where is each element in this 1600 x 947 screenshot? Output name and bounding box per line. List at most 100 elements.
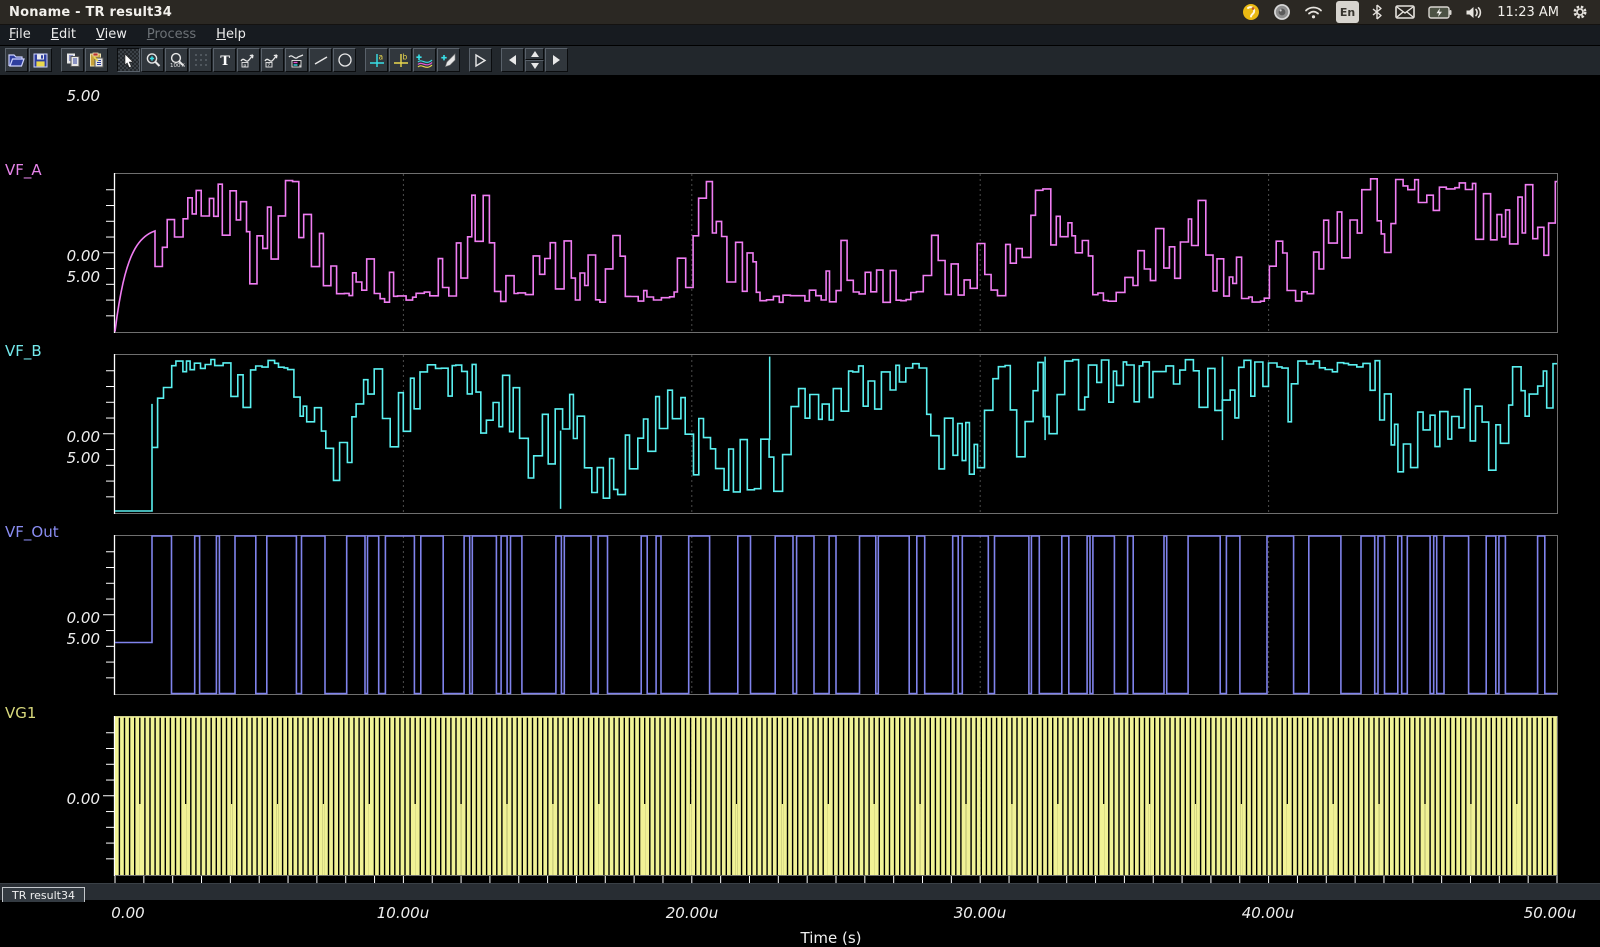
open-button[interactable] [5,48,28,72]
signal-label-vf-b: VF_B [5,343,100,360]
x-tick-10u: 10.00u [358,904,448,922]
zoom-out-100-button[interactable]: 100% [165,48,188,72]
zoom-out-100-icon: 100% [169,52,185,68]
save-icon [33,53,48,68]
pane-vf-a[interactable] [103,173,1559,333]
zoom-in-icon [145,52,161,68]
y-min-label-2: 0.00 [30,429,100,446]
text-tool-button[interactable]: T [213,48,236,72]
add-curve-icon [416,52,434,69]
select-tool-button[interactable] [117,48,140,72]
x-tick-50u: 50.00u [1505,904,1595,922]
pane-vf-out[interactable] [103,535,1559,695]
mail-icon[interactable] [1395,2,1415,22]
signal-label-vf-a: VF_A [5,162,100,179]
probe-icon [440,52,457,69]
run-button[interactable] [469,48,492,72]
x-tick-20u: 20.00u [647,904,737,922]
ellipse-tool-button[interactable] [333,48,356,72]
x-tick-0: 0.00 [83,904,173,922]
y-max-label-4: 5.00 [30,631,100,648]
y-max-label-1: 5.00 [30,88,100,105]
menu-edit[interactable]: Edit [42,26,87,44]
cursor-b-button[interactable]: b [389,48,412,72]
cursor-a-icon: a [368,52,386,69]
session-gear-icon[interactable] [1572,2,1588,22]
copy-button[interactable] [61,48,84,72]
text-tool-icon: T [218,53,232,67]
menu-process: Process [138,26,207,44]
scale-curve-icon: a [240,52,257,68]
menu-file[interactable]: File [0,26,42,44]
nav-right-button[interactable] [545,48,568,72]
y-max-label-3: 5.00 [30,450,100,467]
ellipse-tool-icon [337,52,353,68]
probe-button[interactable] [437,48,460,72]
spinner-up-button[interactable] [525,48,544,60]
menu-bar: File Edit View Process Help [0,24,1600,46]
nav-left-icon [509,55,516,65]
messenger-icon[interactable] [1242,2,1260,22]
system-tray: En 11:23 AM [1242,1,1600,23]
svg-text:b: b [402,52,407,61]
signal-label-vf-out: VF_Out [5,524,100,541]
time-axis-title: Time (s) [103,929,1559,947]
camera-icon[interactable] [1273,2,1291,22]
desktop-screen: { "desktop": { "title": "Noname - TR res… [0,0,1600,900]
save-button[interactable] [29,48,52,72]
curve-properties-icon: x [288,52,305,68]
spinner-down-button[interactable] [525,60,544,72]
battery-icon[interactable] [1428,2,1452,22]
copy-icon [65,52,81,68]
interpolate-curve-button[interactable]: ? [261,48,284,72]
line-tool-button[interactable] [309,48,332,72]
nav-spinner[interactable] [525,48,544,72]
paste-icon [89,52,105,68]
volume-icon[interactable] [1465,2,1484,22]
waveform-plot-area[interactable]: 5.00 0.00 5.00 0.00 5.00 0.00 5.00 0.00 … [0,76,1600,883]
desktop-top-bar: Noname - TR result34 En 11:23 AM [0,0,1600,25]
svg-text:?: ? [267,63,270,68]
x-tick-40u: 40.00u [1223,904,1313,922]
curve-properties-button[interactable]: x [285,48,308,72]
y-max-label-2: 5.00 [30,269,100,286]
wifi-icon[interactable] [1304,2,1323,22]
pane-vg1[interactable] [103,716,1559,876]
zoom-in-button[interactable] [141,48,164,72]
svg-text:a: a [378,52,383,61]
paste-button[interactable] [85,48,108,72]
spinner-down-icon [531,63,539,69]
nav-right-icon [553,55,560,65]
signal-label-vg1: VG1 [5,705,100,722]
cursor-b-icon: b [392,52,410,69]
x-tick-30u: 30.00u [935,904,1025,922]
result-tab-bar: TR result34 [0,883,1600,900]
menu-view[interactable]: View [87,26,138,44]
y-min-label-1: 0.00 [30,248,100,265]
svg-text:a: a [243,64,246,68]
y-min-label-4: 0.00 [30,791,100,808]
y-min-label-3: 0.00 [30,610,100,627]
run-icon [473,53,488,68]
cursor-icon [123,53,135,68]
svg-text:T: T [220,54,230,67]
svg-text:x: x [299,64,302,68]
add-curve-button[interactable] [413,48,436,72]
keyboard-layout-indicator[interactable]: En [1336,1,1359,23]
nav-left-button[interactable] [501,48,524,72]
pane-vf-b[interactable] [103,354,1559,514]
cursor-a-button[interactable]: a [365,48,388,72]
interpolate-curve-icon: ? [264,52,281,68]
grid-button [189,48,212,72]
svg-text:100%: 100% [170,63,185,68]
window-title: Noname - TR result34 [0,5,172,20]
open-folder-icon [8,53,25,67]
scale-curve-button[interactable]: a [237,48,260,72]
toolbar: 100% T a ? x a b [0,45,1600,76]
clock[interactable]: 11:23 AM [1497,2,1559,22]
line-tool-icon [313,53,329,67]
spinner-up-icon [531,51,539,57]
grid-icon [194,53,208,67]
bluetooth-icon[interactable] [1372,2,1382,22]
menu-help[interactable]: Help [207,26,257,44]
